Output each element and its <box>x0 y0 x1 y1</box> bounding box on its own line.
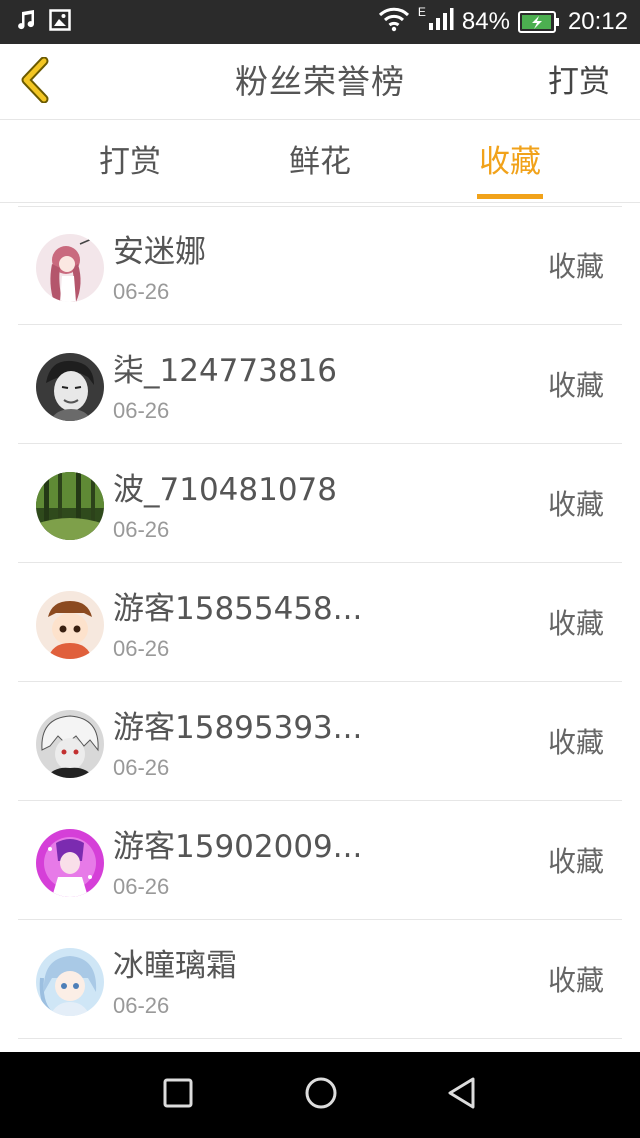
system-nav-bar <box>0 1052 640 1138</box>
circle-icon <box>304 1076 338 1114</box>
tab-label: 收藏 <box>479 144 541 180</box>
system-back-button[interactable] <box>422 1052 502 1138</box>
recent-apps-button[interactable] <box>138 1052 218 1138</box>
avatar <box>36 472 104 540</box>
list-item[interactable]: 冰瞳璃霜 06-26 收藏 <box>18 920 622 1039</box>
active-tab-indicator <box>477 194 543 199</box>
avatar <box>36 710 104 778</box>
triangle-back-icon <box>445 1076 479 1114</box>
item-date: 06-26 <box>113 993 170 1018</box>
list-item[interactable]: 游客15855458... 06-26 收藏 <box>18 563 622 682</box>
avatar <box>36 591 104 659</box>
item-date: 06-26 <box>113 398 170 423</box>
user-name: 游客15895393... <box>113 710 363 746</box>
battery-charging-icon <box>517 11 560 33</box>
tab-favorites[interactable]: 收藏 <box>450 121 570 203</box>
tab-bar: 打赏 鲜花 收藏 <box>0 121 640 203</box>
action-label: 收藏 <box>547 726 604 759</box>
avatar <box>36 234 104 302</box>
avatar <box>36 948 104 1016</box>
avatar <box>36 829 104 897</box>
list-item[interactable]: 游客15902009... 06-26 收藏 <box>18 801 622 920</box>
square-icon <box>162 1077 194 1113</box>
user-name: 冰瞳璃霜 <box>113 948 237 984</box>
item-date: 06-26 <box>113 279 170 304</box>
page-title: 粉丝荣誉榜 <box>235 62 405 101</box>
list-item[interactable]: 波_710481078 06-26 收藏 <box>18 444 622 563</box>
reward-button[interactable]: 打赏 <box>548 44 610 120</box>
signal-icon <box>428 7 454 38</box>
user-name: 游客15855458... <box>113 591 363 627</box>
tab-flowers[interactable]: 鲜花 <box>260 121 380 203</box>
action-label: 收藏 <box>547 488 604 521</box>
item-date: 06-26 <box>113 755 170 780</box>
user-name: 柒_124773816 <box>113 353 338 389</box>
action-label: 收藏 <box>547 607 604 640</box>
status-bar-left <box>14 0 72 44</box>
battery-percent: 84% <box>461 8 510 35</box>
status-bar-right: E 84% 20:12 <box>378 0 628 44</box>
action-label: 收藏 <box>547 250 604 283</box>
home-button[interactable] <box>281 1052 361 1138</box>
list-item[interactable]: 安迷娜 06-26 收藏 <box>18 206 622 325</box>
list-item[interactable]: 游客15895393... 06-26 收藏 <box>18 682 622 801</box>
network-type-label: E <box>417 5 426 19</box>
tab-label: 鲜花 <box>289 144 351 180</box>
item-date: 06-26 <box>113 874 170 899</box>
clock: 20:12 <box>567 8 628 35</box>
app-header: 粉丝荣誉榜 打赏 <box>0 44 640 120</box>
wifi-icon <box>378 6 410 39</box>
list-item[interactable]: 柒_124773816 06-26 收藏 <box>18 325 622 444</box>
tab-label: 打赏 <box>99 144 161 180</box>
user-name: 游客15902009... <box>113 829 363 865</box>
gallery-icon <box>48 8 72 36</box>
action-label: 收藏 <box>547 845 604 878</box>
user-name: 波_710481078 <box>113 472 338 508</box>
action-label: 收藏 <box>547 964 604 997</box>
fan-list: 安迷娜 06-26 收藏 柒_124773816 06-26 收藏 波_7104… <box>18 206 622 1039</box>
item-date: 06-26 <box>113 517 170 542</box>
status-bar: E 84% 20:12 <box>0 0 640 44</box>
avatar <box>36 353 104 421</box>
tab-reward[interactable]: 打赏 <box>70 121 190 203</box>
user-name: 安迷娜 <box>113 234 206 270</box>
item-date: 06-26 <box>113 636 170 661</box>
music-note-icon <box>14 8 38 36</box>
action-label: 收藏 <box>547 369 604 402</box>
